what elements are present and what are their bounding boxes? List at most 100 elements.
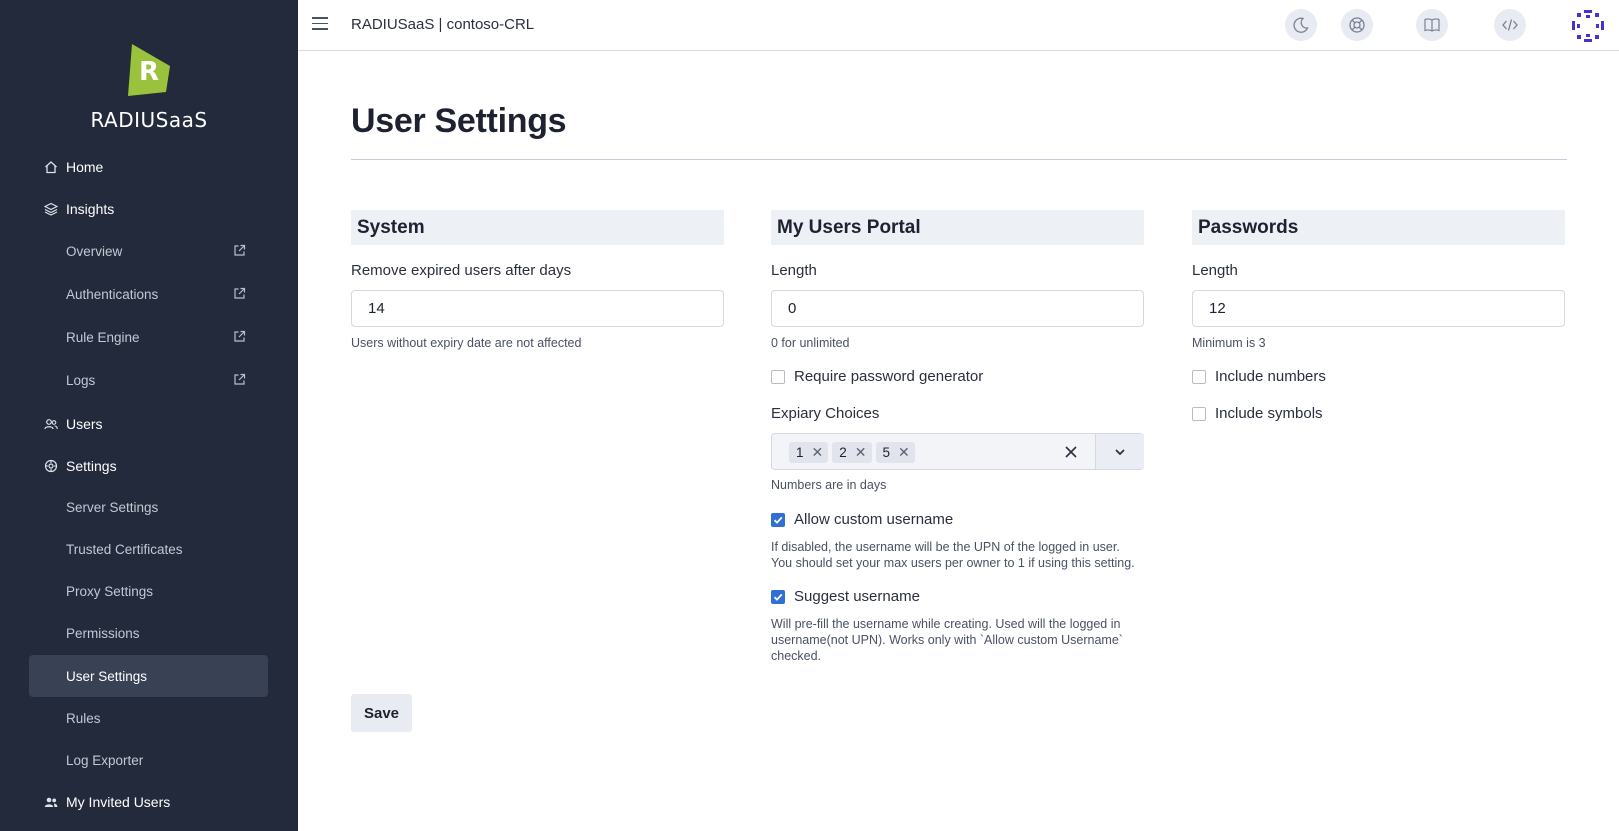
sidebar-item-label: Proxy Settings <box>66 583 154 599</box>
system-section: System <box>351 210 724 245</box>
sidebar-item-label: Insights <box>66 201 115 217</box>
remove-expired-label: Remove expired users after days <box>351 262 572 279</box>
checkmark-icon <box>773 593 783 601</box>
suggest-help-line-2: username(not UPN). Works only with `Allo… <box>771 633 1123 647</box>
checkmark-icon <box>773 516 783 524</box>
checkbox-box <box>771 512 785 527</box>
sidebar-item-label: Permissions <box>66 625 140 641</box>
allow-custom-help-line-1: If disabled, the username will be the UP… <box>771 540 1120 554</box>
require-password-generator-checkbox[interactable]: Require password generator <box>771 368 983 385</box>
sidebar-item-label: Overview <box>66 243 123 259</box>
sidebar-item-home[interactable]: Home <box>29 146 268 188</box>
documentation-button[interactable] <box>1416 9 1448 41</box>
sidebar-item-rule-engine[interactable]: Rule Engine <box>29 316 268 358</box>
chip-label: 2 <box>839 445 847 460</box>
layers-icon <box>44 202 58 216</box>
clear-selection-icon[interactable] <box>1062 443 1080 461</box>
chip-remove-icon[interactable]: ✕ <box>812 444 824 461</box>
api-button[interactable] <box>1494 9 1526 41</box>
checkbox-label: Include symbols <box>1215 405 1323 422</box>
support-button[interactable] <box>1341 9 1373 41</box>
include-symbols-checkbox[interactable]: Include symbols <box>1192 405 1323 422</box>
lifebuoy-icon <box>1349 17 1365 33</box>
topbar-title: RADIUSaaS | contoso-CRL <box>351 16 535 33</box>
svg-text:R: R <box>139 57 159 87</box>
expiry-chip[interactable]: 5 ✕ <box>875 442 915 463</box>
password-length-label: Length <box>1192 262 1238 279</box>
top-bar: RADIUSaaS | contoso-CRL <box>298 0 1619 51</box>
sidebar-item-proxy-settings[interactable]: Proxy Settings <box>29 570 268 612</box>
home-icon <box>44 160 58 174</box>
sidebar-item-settings[interactable]: Settings <box>29 445 268 487</box>
sidebar-item-users[interactable]: Users <box>29 403 268 445</box>
moon-icon <box>1293 17 1309 33</box>
allow-custom-username-checkbox[interactable]: Allow custom username <box>771 511 953 528</box>
checkbox-box <box>1192 406 1206 421</box>
users-icon <box>44 417 58 431</box>
section-heading: My Users Portal <box>771 210 1144 245</box>
sidebar-item-logs[interactable]: Logs <box>29 359 268 401</box>
password-length-help: Minimum is 3 <box>1192 336 1266 350</box>
sidebar-item-label: Home <box>66 159 104 175</box>
title-divider <box>351 159 1567 160</box>
book-icon <box>1424 18 1440 32</box>
include-numbers-checkbox[interactable]: Include numbers <box>1192 368 1326 385</box>
section-heading: System <box>351 210 724 245</box>
settings-icon <box>44 459 58 473</box>
suggest-help-line-3: checked. <box>771 649 822 663</box>
save-button[interactable]: Save <box>351 694 412 732</box>
sidebar-item-label: Rule Engine <box>66 329 140 345</box>
remove-expired-help: Users without expiry date are not affect… <box>351 336 582 350</box>
checkbox-label: Require password generator <box>794 368 984 385</box>
sidebar-item-label: Log Exporter <box>66 752 144 768</box>
expiry-choices-select[interactable]: 1 ✕ 2 ✕ 5 ✕ <box>771 433 1144 470</box>
sidebar-item-overview[interactable]: Overview <box>29 230 268 272</box>
portal-length-input[interactable] <box>771 290 1144 327</box>
radiusaas-logo: R <box>128 44 170 96</box>
user-group-icon <box>44 795 58 809</box>
checkbox-box <box>771 589 785 604</box>
sidebar-item-rules[interactable]: Rules <box>29 697 268 739</box>
expiry-choices-label: Expiary Choices <box>771 405 880 422</box>
chip-label: 5 <box>882 445 891 460</box>
sidebar-item-label: Logs <box>66 372 96 388</box>
expiry-choices-help: Numbers are in days <box>771 478 887 492</box>
sidebar-item-server-settings[interactable]: Server Settings <box>29 486 268 528</box>
section-heading: Passwords <box>1192 210 1565 245</box>
chip-list: 1 ✕ 2 ✕ 5 ✕ <box>789 442 919 463</box>
dropdown-toggle-button[interactable] <box>1095 434 1144 469</box>
suggest-username-checkbox[interactable]: Suggest username <box>771 588 920 605</box>
sidebar-item-label: Trusted Certificates <box>66 541 183 557</box>
sidebar-item-user-settings[interactable]: User Settings <box>29 655 268 697</box>
sidebar-item-my-invited-users[interactable]: My Invited Users <box>29 781 268 823</box>
code-icon <box>1502 19 1518 31</box>
sidebar-item-label: User Settings <box>66 668 148 684</box>
checkbox-label: Include numbers <box>1215 368 1326 385</box>
brand-block: R RADIUSaaS <box>0 44 298 132</box>
sidebar-item-log-exporter[interactable]: Log Exporter <box>29 739 268 781</box>
remove-expired-days-input[interactable] <box>351 290 724 327</box>
sidebar-item-label: Server Settings <box>66 499 159 515</box>
expiry-chip[interactable]: 1 ✕ <box>789 442 829 463</box>
expiry-chip[interactable]: 2 ✕ <box>832 442 872 463</box>
sidebar-item-label: Users <box>66 416 103 432</box>
sidebar-item-insights[interactable]: Insights <box>29 188 268 230</box>
dark-mode-button[interactable] <box>1285 9 1317 41</box>
suggest-help-line-1: Will pre-fill the username while creatin… <box>771 617 1121 631</box>
password-length-input[interactable] <box>1192 290 1565 327</box>
sidebar-item-permissions[interactable]: Permissions <box>29 612 268 654</box>
external-link-icon <box>234 330 246 342</box>
external-link-icon <box>234 373 246 385</box>
chip-remove-icon[interactable]: ✕ <box>855 444 867 461</box>
sidebar: R RADIUSaaS Home Insights Overview Authe… <box>0 0 298 831</box>
sidebar-item-trusted-certificates[interactable]: Trusted Certificates <box>29 528 268 570</box>
sidebar-item-authentications[interactable]: Authentications <box>29 273 268 315</box>
sidebar-item-label: My Invited Users <box>66 794 171 810</box>
chevron-down-icon <box>1115 448 1125 455</box>
chip-remove-icon[interactable]: ✕ <box>898 444 910 461</box>
checkbox-box <box>1192 369 1206 384</box>
user-avatar-icon[interactable] <box>1571 9 1605 43</box>
checkbox-label: Allow custom username <box>794 511 954 528</box>
allow-custom-help-line-2: You should set your max users per owner … <box>771 556 1135 570</box>
hamburger-menu-icon[interactable] <box>312 17 328 31</box>
